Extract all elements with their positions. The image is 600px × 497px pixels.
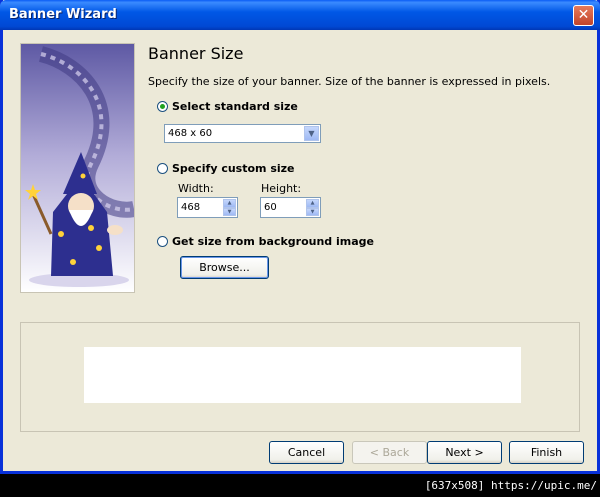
finish-button[interactable]: Finish (509, 441, 584, 464)
info-text-box (84, 347, 521, 403)
wizard-illustration (20, 43, 135, 293)
height-label: Height: (261, 182, 302, 195)
background-size-label: Get size from background image (172, 235, 374, 248)
back-button[interactable]: < Back (352, 441, 427, 464)
height-increment-icon[interactable]: ▲ (306, 199, 319, 208)
custom-size-label: Specify custom size (172, 162, 295, 175)
standard-size-radio[interactable] (157, 101, 168, 112)
custom-size-radio[interactable] (157, 163, 168, 174)
height-decrement-icon[interactable]: ▼ (306, 207, 319, 216)
title-bar[interactable]: Banner Wizard ✕ (0, 0, 600, 30)
window-title: Banner Wizard (9, 7, 117, 22)
width-increment-icon[interactable]: ▲ (223, 199, 236, 208)
standard-size-value: 468 x 60 (168, 128, 213, 139)
height-stepper[interactable]: 60 ▲ ▼ (260, 197, 321, 218)
page-title: Banner Size (148, 44, 244, 63)
banner-wizard-window: Banner Wizard ✕ Banner Size Specify the … (0, 0, 600, 474)
background-size-radio[interactable] (157, 236, 168, 247)
width-stepper[interactable]: 468 ▲ ▼ (177, 197, 238, 218)
standard-size-label: Select standard size (172, 100, 298, 113)
wizard-content: Banner Size Specify the size of your ban… (3, 30, 597, 474)
standard-size-select[interactable]: 468 x 60 ▼ (164, 124, 321, 143)
custom-size-option[interactable]: Specify custom size (157, 162, 295, 175)
background-size-option[interactable]: Get size from background image (157, 235, 374, 248)
height-value: 60 (264, 202, 277, 213)
standard-size-option[interactable]: Select standard size (157, 100, 298, 113)
width-label: Width: (178, 182, 214, 195)
wizard-graphic (21, 44, 134, 292)
watermark-bar: [637x508] https://upic.me/ (0, 474, 600, 497)
width-value: 468 (181, 202, 201, 213)
close-button[interactable]: ✕ (573, 5, 594, 26)
browse-button[interactable]: Browse... (180, 256, 269, 279)
info-panel (20, 322, 580, 432)
watermark-text: [637x508] https://upic.me/ (424, 479, 597, 492)
chevron-down-icon[interactable]: ▼ (304, 126, 319, 141)
page-description: Specify the size of your banner. Size of… (148, 75, 551, 88)
cancel-button[interactable]: Cancel (269, 441, 344, 464)
close-icon: ✕ (577, 7, 590, 23)
width-decrement-icon[interactable]: ▼ (223, 207, 236, 216)
next-button[interactable]: Next > (427, 441, 502, 464)
